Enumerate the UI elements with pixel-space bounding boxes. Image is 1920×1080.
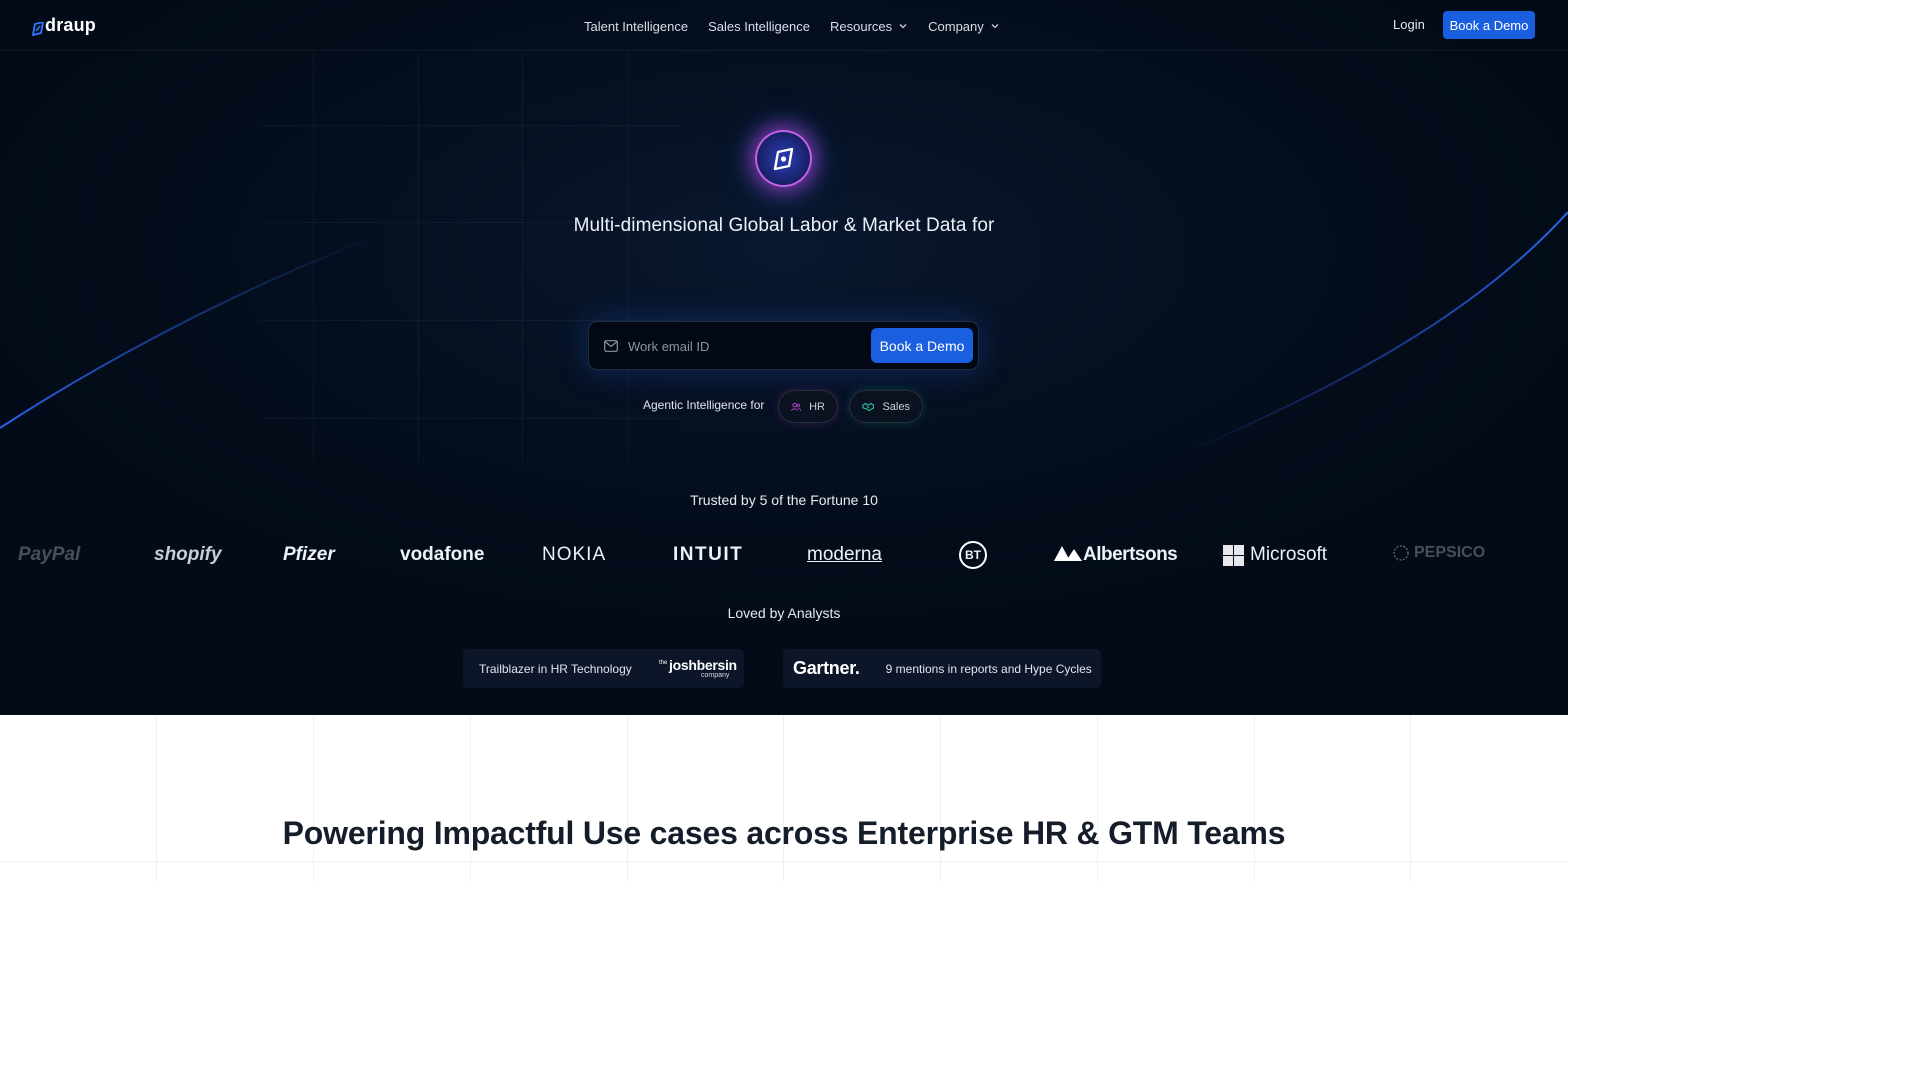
grid-line xyxy=(313,715,314,882)
users-icon xyxy=(791,402,801,411)
bt-logo: BT xyxy=(959,541,987,569)
chevron-down-icon xyxy=(991,24,999,29)
badge-left-text: Trailblazer in HR Technology xyxy=(479,661,632,676)
grid-line xyxy=(940,715,941,882)
albertsons-text: Albertsons xyxy=(1083,544,1178,565)
grid-line xyxy=(1097,715,1098,882)
top-nav: draup Talent Intelligence Sales Intellig… xyxy=(0,0,1568,51)
josh-company: company xyxy=(701,672,730,679)
microsoft-mark-icon xyxy=(1223,544,1244,566)
trusted-heading: Trusted by 5 of the Fortune 10 xyxy=(690,492,878,508)
grid-line xyxy=(1254,715,1255,882)
grid-line xyxy=(522,52,523,462)
nav-link-label: Resources xyxy=(829,18,893,34)
login-link[interactable]: Login xyxy=(1393,17,1425,32)
pfizer-logo: Pfizer xyxy=(283,544,335,565)
nav-link-label: Talent Intelligence xyxy=(584,18,689,34)
email-signup-form: Book a Demo xyxy=(588,321,979,370)
pepsico-logo: PEPSICO xyxy=(1392,544,1485,562)
handshake-icon xyxy=(862,402,875,411)
grid-line xyxy=(313,52,314,462)
josh-the: the xyxy=(659,660,668,666)
use-cases-heading: Powering Impactful Use cases across Ente… xyxy=(282,815,1286,851)
badge-right-text: 9 mentions in reports and Hype Cycles xyxy=(885,661,1092,676)
nav-resources-dropdown[interactable]: Resources xyxy=(830,17,908,35)
hr-pill[interactable]: HR xyxy=(778,390,838,423)
hero-book-demo-button[interactable]: Book a Demo xyxy=(871,328,973,363)
draup-logo[interactable]: draup xyxy=(32,14,96,36)
nokia-logo: NOKIA xyxy=(542,544,607,565)
hero-headline: Multi-dimensional Global Labor & Market … xyxy=(573,215,995,236)
vodafone-logo: vodafone xyxy=(400,544,485,565)
nav-links: Talent Intelligence Sales Intelligence R… xyxy=(584,17,1020,35)
intuit-logo: INTUIT xyxy=(673,544,744,565)
paypal-logo: PayPal xyxy=(18,544,81,565)
grid-line xyxy=(627,52,628,462)
nav-company-dropdown[interactable]: Company xyxy=(928,17,1000,35)
sales-pill[interactable]: Sales xyxy=(849,390,923,423)
logo-text: draup xyxy=(45,15,97,35)
pepsico-text: PEPSICO xyxy=(1414,544,1486,561)
albertsons-mark-icon xyxy=(1054,546,1082,561)
microsoft-logo: Microsoft xyxy=(1223,544,1327,566)
customer-logos: PayPal shopify Pfizer vodafone NOKIA INT… xyxy=(0,536,1568,576)
hero-section: draup Talent Intelligence Sales Intellig… xyxy=(0,0,1568,715)
grid-line xyxy=(1410,715,1411,882)
grid-line xyxy=(0,861,1568,862)
agentic-label: Agentic Intelligence for xyxy=(643,398,765,412)
mail-icon xyxy=(604,340,618,352)
microsoft-text: Microsoft xyxy=(1250,544,1328,565)
hero-emblem xyxy=(755,130,812,187)
grid-line xyxy=(470,715,471,882)
analysts-heading: Loved by Analysts xyxy=(727,605,841,621)
grid-line xyxy=(783,715,784,882)
grid-line xyxy=(418,52,419,462)
pepsico-mark-icon xyxy=(1393,545,1409,561)
nav-link-label: Sales Intelligence xyxy=(708,18,810,34)
sales-pill-label: Sales xyxy=(882,400,910,413)
gartner-logo: Gartner. xyxy=(793,658,860,678)
logo-mark-icon xyxy=(32,22,44,36)
nav-talent-intelligence[interactable]: Talent Intelligence xyxy=(584,17,688,35)
albertsons-logo: Albertsons xyxy=(1053,544,1178,566)
joshbersin-logo: the joshbersin company xyxy=(659,657,737,681)
grid-line xyxy=(627,715,628,882)
gartner-badge[interactable]: Gartner. 9 mentions in reports and Hype … xyxy=(783,649,1101,688)
hr-pill-label: HR xyxy=(809,400,825,413)
grid-line xyxy=(156,715,157,882)
josh-name: joshbersin xyxy=(669,657,737,673)
compass-icon xyxy=(773,147,793,170)
use-cases-section: Powering Impactful Use cases across Ente… xyxy=(0,715,1568,882)
joshbersin-badge[interactable]: Trailblazer in HR Technology the joshber… xyxy=(463,649,744,688)
shopify-logo: shopify xyxy=(154,544,222,565)
grid-line xyxy=(260,125,680,126)
grid-line xyxy=(260,418,680,419)
work-email-input[interactable] xyxy=(628,336,848,356)
moderna-logo: moderna xyxy=(807,544,882,565)
nav-book-demo-button[interactable]: Book a Demo xyxy=(1443,11,1535,39)
nav-sales-intelligence[interactable]: Sales Intelligence xyxy=(708,17,810,35)
chevron-down-icon xyxy=(899,24,907,29)
nav-link-label: Company xyxy=(928,18,984,34)
